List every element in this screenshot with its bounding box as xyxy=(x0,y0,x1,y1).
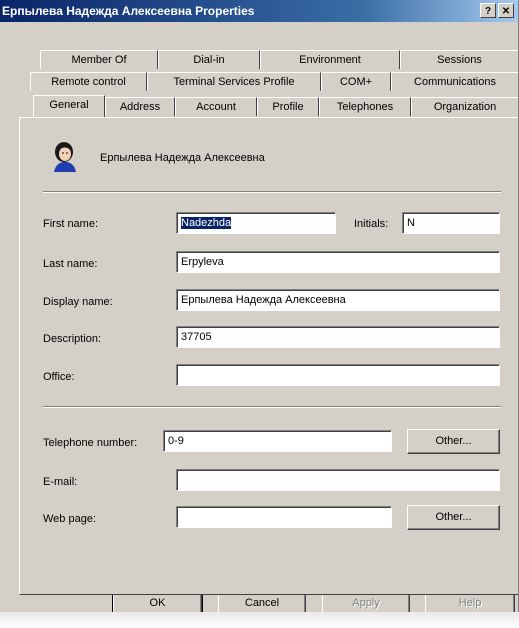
close-icon: ✕ xyxy=(501,6,511,17)
tab-communications[interactable]: Communications xyxy=(391,72,518,91)
tab-member-of[interactable]: Member Of xyxy=(40,50,158,69)
tab-environment[interactable]: Environment xyxy=(260,50,400,69)
tab-address[interactable]: Address xyxy=(105,97,175,116)
tab-account[interactable]: Account xyxy=(175,97,257,116)
telephone-label: Telephone number: xyxy=(43,437,138,449)
tab-label: Communications xyxy=(414,76,496,88)
last-name-label: Last name: xyxy=(43,258,98,270)
tab-label: Address xyxy=(119,101,161,113)
first-name-label: First name: xyxy=(43,218,99,230)
email-label: E-mail: xyxy=(43,476,78,488)
tab-label: General xyxy=(49,99,89,111)
tab-sessions[interactable]: Sessions xyxy=(400,50,518,69)
display-name-field[interactable]: Ерпылева Надежда Алексеевна xyxy=(176,289,500,311)
properties-dialog: Ерпылева Надежда Алексеевна Properties ?… xyxy=(0,0,519,612)
office-label: Office: xyxy=(43,371,75,383)
tab-label: Telephones xyxy=(336,101,394,113)
tab-label: Terminal Services Profile xyxy=(173,76,295,88)
close-button[interactable]: ✕ xyxy=(498,3,514,18)
display-header: Ерпылева Надежда Алексеевна xyxy=(100,152,265,164)
tab-label: Remote control xyxy=(51,76,126,88)
tab-label: Organization xyxy=(433,101,497,113)
tab-label: COM+ xyxy=(339,76,373,88)
web-page-field[interactable] xyxy=(176,506,392,528)
tab-telephones[interactable]: Telephones xyxy=(319,97,411,116)
other-telephone-button[interactable]: Other... xyxy=(407,429,500,454)
tab-remote-control[interactable]: Remote control xyxy=(30,72,147,91)
initials-field[interactable]: N xyxy=(402,212,500,234)
display-name-label: Display name: xyxy=(43,296,113,308)
separator xyxy=(43,191,501,193)
first-name-value: Nadezhda xyxy=(181,217,232,229)
description-label: Description: xyxy=(43,333,102,345)
web-page-label: Web page: xyxy=(43,513,97,525)
title-bar[interactable]: Ерпылева Надежда Алексеевна Properties ?… xyxy=(0,0,518,22)
tab-dial-in[interactable]: Dial-in xyxy=(158,50,260,69)
tab-label: Account xyxy=(196,101,236,113)
office-field[interactable] xyxy=(176,364,500,386)
separator xyxy=(43,406,501,408)
tab-profile[interactable]: Profile xyxy=(257,97,319,116)
user-icon xyxy=(50,140,80,172)
email-field[interactable] xyxy=(176,469,500,491)
tab-com-plus[interactable]: COM+ xyxy=(321,72,391,91)
initials-label: Initials: xyxy=(354,218,389,230)
tab-organization[interactable]: Organization xyxy=(411,97,518,116)
tab-general[interactable]: General xyxy=(33,95,105,117)
tab-label: Dial-in xyxy=(193,54,225,66)
window-title: Ерпылева Надежда Алексеевна Properties xyxy=(2,4,255,18)
last-name-field[interactable]: Erpyleva xyxy=(176,251,500,273)
window-shadow xyxy=(0,612,519,628)
tab-label: Environment xyxy=(299,54,361,66)
description-field[interactable]: 37705 xyxy=(176,326,500,348)
help-button[interactable]: ? xyxy=(480,3,496,18)
tab-label: Member Of xyxy=(71,54,127,66)
tab-label: Profile xyxy=(272,101,304,113)
first-name-field[interactable]: Nadezhda xyxy=(176,212,336,234)
other-web-page-button[interactable]: Other... xyxy=(407,505,500,530)
telephone-field[interactable]: 0-9 xyxy=(163,430,392,452)
tab-terminal-services-profile[interactable]: Terminal Services Profile xyxy=(147,72,321,91)
tab-label: Sessions xyxy=(437,54,482,66)
